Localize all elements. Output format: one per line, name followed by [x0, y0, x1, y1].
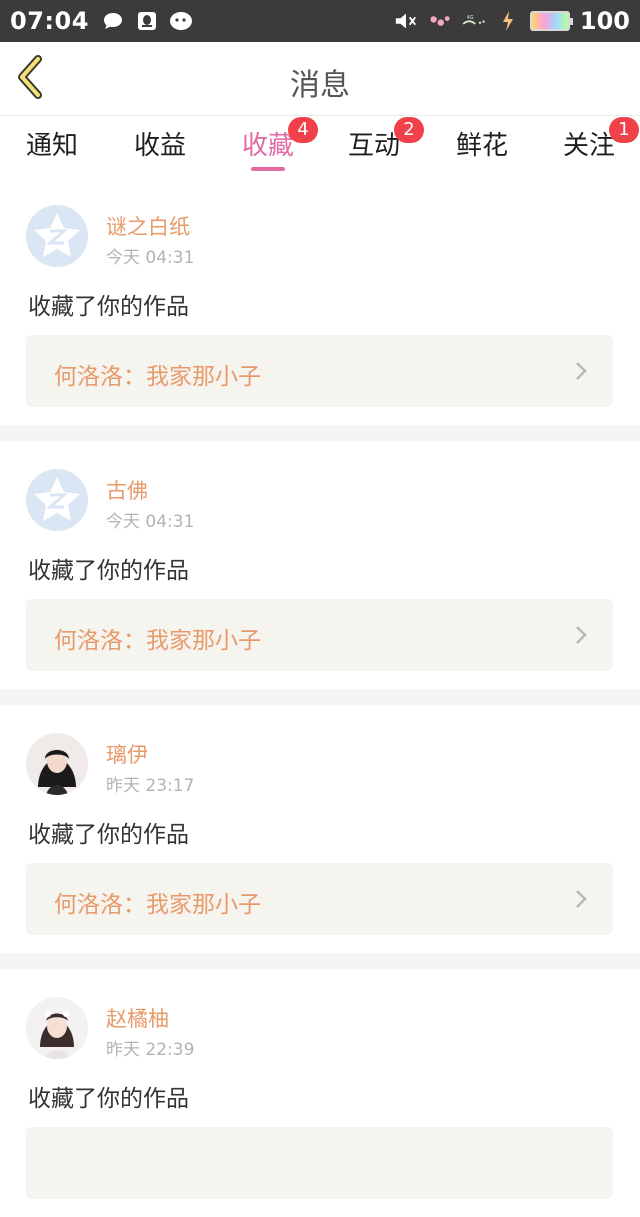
status-notification-icons: [101, 10, 193, 32]
message-action: 收藏了你的作品: [28, 1086, 189, 1112]
signal-4g-icon: 4G: [462, 10, 486, 32]
user-avatar[interactable]: [26, 997, 88, 1059]
message-action: 收藏了你的作品: [28, 558, 189, 584]
status-bar: 07:04 4G 100: [0, 0, 640, 42]
message-time: 今天 04:31: [106, 248, 195, 268]
work-link[interactable]: 何洛洛：我家那小子: [26, 599, 613, 671]
work-link[interactable]: 何洛洛：我家那小子: [26, 863, 613, 935]
chevron-right-icon: [573, 887, 589, 911]
battery-icon: [529, 11, 573, 31]
divider: [0, 425, 640, 441]
page-title: 消息: [290, 68, 350, 103]
user-avatar[interactable]: [26, 733, 88, 795]
mute-icon: [394, 10, 418, 32]
status-right-group: 4G 100: [394, 7, 630, 35]
message-item: 古佛 今天 04:31 收藏了你的作品 何洛洛：我家那小子: [0, 441, 640, 689]
tab-bar: 通知 收益 收藏 4 互动 2 鲜花 关注 1: [0, 117, 640, 177]
chevron-right-icon: [573, 359, 589, 383]
message-time: 昨天 23:17: [106, 776, 195, 796]
work-title: 何洛洛：我家那小子: [54, 628, 261, 654]
message-item: 谜之白纸 今天 04:31 收藏了你的作品 何洛洛：我家那小子: [0, 177, 640, 425]
work-link[interactable]: 何洛洛：我家那小子: [26, 335, 613, 407]
tab-flowers[interactable]: 鲜花: [456, 125, 508, 171]
tab-badge: 2: [394, 117, 424, 143]
default-avatar-icon[interactable]: [26, 469, 88, 531]
message-action: 收藏了你的作品: [28, 822, 189, 848]
tab-notifications[interactable]: 通知: [26, 125, 78, 171]
user-name[interactable]: 璃伊: [106, 739, 148, 769]
message-item: 赵橘柚 昨天 22:39 收藏了你的作品: [0, 969, 640, 1217]
tab-follows[interactable]: 关注 1: [563, 117, 639, 171]
tab-favorites[interactable]: 收藏 4: [242, 117, 318, 171]
message-action: 收藏了你的作品: [28, 294, 189, 320]
message-time: 昨天 22:39: [106, 1040, 195, 1060]
decor-hearts-icon: [428, 10, 452, 32]
tab-label: 收益: [134, 131, 187, 161]
message-list: 谜之白纸 今天 04:31 收藏了你的作品 何洛洛：我家那小子 古佛 今天 04…: [0, 177, 640, 1217]
user-name[interactable]: 谜之白纸: [106, 211, 190, 241]
work-title: 何洛洛：我家那小子: [54, 892, 261, 918]
svg-text:4G: 4G: [467, 15, 474, 21]
tab-label: 鲜花: [456, 131, 509, 161]
active-tab-indicator: [251, 167, 285, 171]
status-time: 07:04: [10, 7, 89, 35]
work-title: 何洛洛：我家那小子: [54, 364, 261, 390]
tab-badge: 1: [609, 117, 639, 143]
tab-label: 通知: [26, 131, 79, 161]
default-avatar-icon[interactable]: [26, 205, 88, 267]
tab-label: 关注: [563, 131, 616, 161]
message-item: 璃伊 昨天 23:17 收藏了你的作品 何洛洛：我家那小子: [0, 705, 640, 953]
tab-label: 互动: [348, 131, 401, 161]
battery-level: 100: [579, 7, 630, 35]
tab-earnings[interactable]: 收益: [134, 125, 186, 171]
message-bubble-icon: [101, 10, 125, 32]
tab-interactions[interactable]: 互动 2: [348, 117, 424, 171]
chevron-right-icon: [573, 623, 589, 647]
app-header: 消息: [0, 42, 640, 116]
divider: [0, 953, 640, 969]
wechat-icon: [169, 10, 193, 32]
divider: [0, 689, 640, 705]
tab-badge: 4: [288, 117, 318, 143]
qq-icon: [135, 10, 159, 32]
charging-icon: [496, 10, 520, 32]
tab-label: 收藏: [242, 131, 295, 161]
message-time: 今天 04:31: [106, 512, 195, 532]
user-name[interactable]: 赵橘柚: [106, 1003, 169, 1033]
user-name[interactable]: 古佛: [106, 475, 148, 505]
